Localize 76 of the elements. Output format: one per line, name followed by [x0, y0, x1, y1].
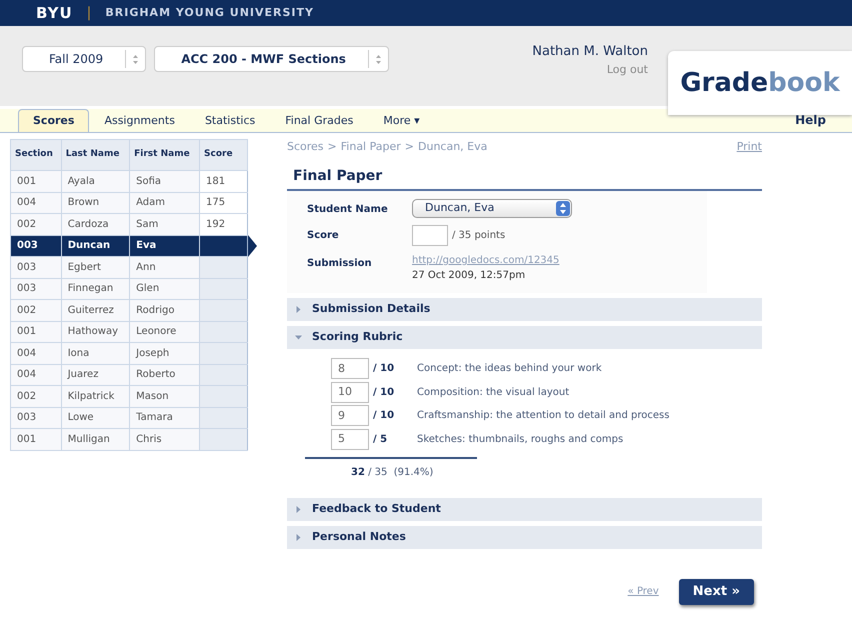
table-cell: 003 [10, 256, 62, 278]
table-row[interactable]: 003 Duncan Eva [10, 235, 248, 256]
table-cell: Cardoza [61, 214, 130, 235]
table-row[interactable]: 004 Juarez Roberto [10, 364, 248, 386]
table-cell: 192 [200, 214, 248, 235]
table-cell: Duncan [61, 235, 130, 256]
table-cell: 002 [10, 300, 62, 321]
table-cell: Mulligan [61, 428, 130, 450]
table-row[interactable]: 002 Guiterrez Rodrigo [10, 300, 248, 321]
table-row[interactable]: 004 Brown Adam 175 [10, 192, 248, 214]
table-cell: 001 [10, 428, 62, 450]
tab[interactable]: More ▾ [368, 108, 435, 132]
score-input[interactable]: 10 [331, 382, 369, 403]
next-button[interactable]: Next » [678, 579, 754, 604]
table-cell: 002 [10, 214, 62, 235]
table-row[interactable]: 001 Hathoway Leonore [10, 321, 248, 342]
table-cell: 175 [200, 192, 248, 214]
table-cell: Kilpatrick [61, 386, 130, 407]
collapsible-panel-toggle[interactable]: Scoring Rubric [287, 326, 762, 349]
tab[interactable]: Assignments [89, 108, 190, 132]
collapsible-panel-toggle[interactable]: Submission Details [287, 298, 762, 321]
table-row[interactable]: 002 Cardoza Sam 192 [10, 214, 248, 235]
table-row[interactable]: 002 Kilpatrick Mason [10, 386, 248, 407]
field-label: Score [307, 229, 340, 243]
max-points: / 5 [372, 432, 388, 447]
logo-text: BYU [36, 2, 73, 24]
table-row[interactable]: 003 Finnegan Glen [10, 278, 248, 300]
divider-text: | [86, 4, 92, 22]
collapsible-panel-toggle[interactable]: Personal Notes [287, 526, 762, 549]
column-header[interactable]: Score [200, 140, 248, 170]
field-label: Student Name [307, 203, 389, 217]
field-label: Submission [307, 257, 373, 271]
criterion-description: Concept: the ideas behind your work [417, 362, 602, 376]
table-row[interactable]: 004 Iona Joseph [10, 342, 248, 364]
submission-date: 27 Oct 2009, 12:57pm [412, 270, 526, 281]
breadcrumb-separator: > [404, 138, 414, 155]
tab[interactable]: Statistics [190, 108, 270, 132]
table-row[interactable]: 003 Lowe Tamara [10, 407, 248, 428]
table-cell: 001 [10, 170, 62, 192]
column-header[interactable]: Last Name [61, 140, 130, 170]
max-points: / 10 [372, 409, 396, 424]
student-select[interactable]: Duncan, Eva [412, 199, 572, 218]
score-input[interactable]: 9 [331, 405, 369, 426]
score-input[interactable]: 8 [331, 358, 369, 380]
criterion-description: Composition: the visual layout [417, 386, 570, 400]
table-cell: Egbert [61, 256, 130, 278]
select-field[interactable]: Fall 2009 [22, 46, 146, 72]
tab[interactable]: Final Grades [270, 108, 368, 132]
column-header[interactable]: First Name [130, 140, 200, 170]
table-row[interactable]: 001 Ayala Sofia 181 [10, 170, 248, 192]
app-title: Gradebook [668, 51, 852, 115]
table-row[interactable]: 001 Mulligan Chris [10, 428, 248, 450]
max-points: / 10 [372, 362, 396, 376]
tab[interactable]: Scores [18, 108, 90, 132]
criterion-description: Craftsmanship: the attention to detail and process [417, 409, 670, 424]
user-name: Nathan M. Walton [532, 43, 648, 61]
select-field[interactable]: ACC 200 - MWF Sections [154, 46, 389, 72]
breadcrumb-separator: > [328, 138, 337, 155]
table-cell: Ayala [61, 170, 130, 192]
column-header[interactable]: Section [10, 140, 62, 170]
table-row[interactable]: 003 Egbert Ann [10, 256, 248, 278]
table-cell: 003 [10, 235, 62, 256]
criterion-description: Sketches: thumbnails, roughs and comps [417, 432, 624, 447]
table-cell: 004 [10, 342, 62, 364]
table-cell: 181 [200, 170, 248, 192]
score-input[interactable]: 5 [331, 428, 369, 450]
table-cell: Guiterrez [61, 300, 130, 321]
points-label: / 35 points [452, 229, 506, 243]
university-name: BRIGHAM YOUNG UNIVERSITY [105, 4, 314, 21]
breadcrumb-current: Duncan, Eva [418, 138, 488, 155]
table-cell: Iona [61, 342, 130, 364]
max-points: / 10 [372, 386, 396, 400]
table-cell: Eva [130, 235, 200, 256]
table-cell: 002 [10, 386, 62, 407]
collapsible-panel-toggle[interactable]: Feedback to Student [287, 498, 762, 521]
total-score: 32 / 35 (91.4%) [305, 457, 477, 480]
